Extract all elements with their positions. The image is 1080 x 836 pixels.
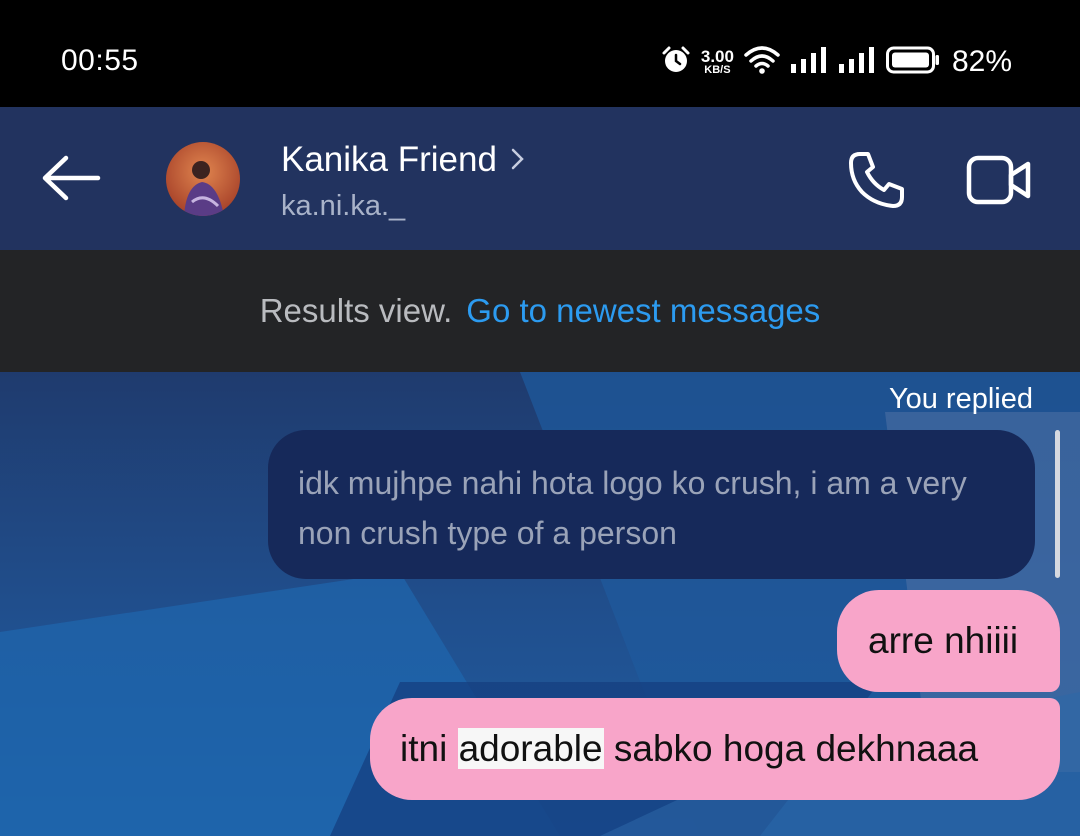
signal-icon [790,46,828,79]
contact-name-link[interactable]: Kanika Friend [281,140,525,180]
contact-name: Kanika Friend [281,140,497,179]
search-highlight: adorable [457,728,604,769]
video-icon [966,155,1031,205]
voice-call-button[interactable] [846,150,908,210]
phone-icon [849,152,904,208]
message-bubble[interactable]: arre nhiiii [837,590,1060,692]
video-call-button[interactable] [966,152,1032,208]
net-speed: 3.00 KB/S [701,48,734,76]
chat-header [0,107,1080,250]
status-bar: 00:55 3.00 KB/S 82% [0,0,1080,107]
wifi-icon [744,45,780,80]
signal-icon [838,46,876,79]
net-speed-value: 3.00 [700,47,734,66]
results-view-bar: Results view. Go to newest messages [0,250,1080,372]
you-replied-label: You replied [888,383,1033,415]
message-bubble[interactable]: itni adorable sabko hoga dekhnaaa [370,698,1060,800]
chevron-right-icon [511,140,525,180]
go-to-newest-link[interactable]: Go to newest messages [466,292,820,330]
status-time: 00:55 [61,44,139,77]
alarm-icon [661,45,691,80]
scrollbar[interactable] [1055,430,1060,578]
message-text: arre nhiiii [868,620,1019,661]
replied-to-message[interactable]: idk mujhpe nahi hota logo ko crush, i am… [268,430,1035,579]
back-arrow-icon [42,155,101,201]
battery-icon [885,46,940,79]
status-icons: 3.00 KB/S 82% [661,40,1012,84]
net-speed-unit: KB/S [704,64,731,76]
results-view-text: Results view. [259,292,453,329]
contact-handle: ka.ni.ka._ [281,190,406,222]
back-button[interactable] [40,150,102,206]
message-text: itni adorable sabko hoga dekhnaaa [400,728,979,769]
avatar[interactable] [166,142,240,216]
battery-percent: 82% [951,45,1012,78]
